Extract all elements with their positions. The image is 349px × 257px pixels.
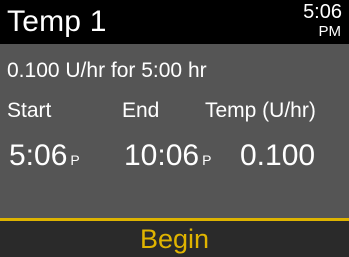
temp-label: Temp (U/hr) — [205, 99, 316, 122]
begin-button[interactable]: Begin — [0, 221, 349, 257]
begin-label: Begin — [139, 224, 210, 254]
end-time: 10:06 — [124, 139, 200, 172]
end-label: End — [122, 99, 160, 122]
temp-value: 0.100 — [240, 139, 316, 172]
clock-time: 5:06 — [303, 1, 342, 23]
header-bar: Temp 1 5:06 PM — [0, 0, 349, 44]
start-suffix: P — [70, 152, 80, 168]
start-value: 5:06 P — [9, 138, 80, 178]
end-suffix: P — [202, 152, 212, 168]
content-panel: 0.100 U/hr for 5:00 hr Start End Temp (U… — [0, 44, 349, 220]
end-value: 10:06 P — [124, 138, 211, 178]
start-label: Start — [7, 99, 52, 122]
temp-basal-screen: Temp 1 5:06 PM 0.100 U/hr for 5:00 hr St… — [0, 0, 349, 257]
clock-ampm: PM — [318, 23, 342, 40]
start-time: 5:06 — [9, 139, 68, 172]
screen-title: Temp 1 — [7, 5, 107, 38]
temp-summary: 0.100 U/hr for 5:00 hr — [7, 59, 207, 82]
